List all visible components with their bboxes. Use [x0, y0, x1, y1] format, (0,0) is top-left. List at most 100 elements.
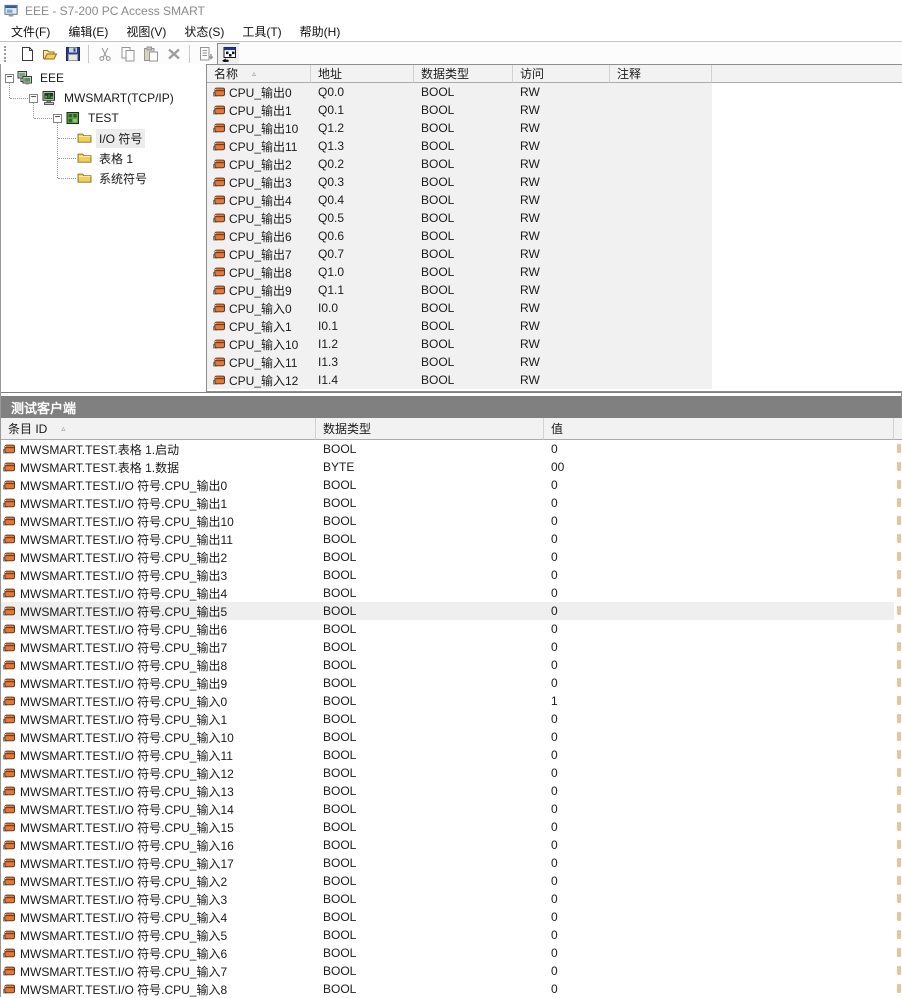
cell-item-id: MWSMART.TEST.I/O 符号.CPU_输入7 [1, 962, 316, 980]
tree-node-table-1[interactable]: 表格 1 [1, 148, 206, 168]
test-client-row[interactable]: MWSMART.TEST.I/O 符号.CPU_输入14BOOL0 [1, 800, 901, 818]
save-button[interactable] [61, 43, 84, 65]
test-client-row[interactable]: MWSMART.TEST.I/O 符号.CPU_输入15BOOL0 [1, 818, 901, 836]
tree-node-io-symbols[interactable]: I/O 符号 [1, 128, 206, 148]
symbol-access: RW [520, 139, 540, 153]
table-row[interactable]: CPU_输出0Q0.0BOOLRW [207, 83, 712, 101]
tree-node-system-symbols[interactable]: 系统符号 [1, 168, 206, 188]
tree-node-mwsmart[interactable]: −MWSMART(TCP/IP) [1, 88, 206, 108]
cell-type: BOOL [316, 962, 544, 980]
column-header-access[interactable]: 访问 [513, 65, 610, 83]
menu-help[interactable]: 帮助(H) [291, 21, 350, 42]
column-header-type[interactable]: 数据类型 [316, 418, 544, 440]
table-row[interactable]: CPU_输入0I0.0BOOLRW [207, 299, 712, 317]
tag-icon [3, 498, 16, 509]
clipped-column-cell [894, 872, 902, 890]
table-row[interactable]: CPU_输入1I0.1BOOLRW [207, 317, 712, 335]
collapse-icon[interactable]: − [53, 114, 62, 123]
collapse-icon[interactable]: − [29, 94, 38, 103]
test-client-row[interactable]: MWSMART.TEST.I/O 符号.CPU_输出0BOOL0 [1, 476, 901, 494]
export-button[interactable] [194, 43, 217, 65]
test-client-row[interactable]: MWSMART.TEST.I/O 符号.CPU_输出2BOOL0 [1, 548, 901, 566]
test-client-row[interactable]: MWSMART.TEST.I/O 符号.CPU_输出5BOOL0 [1, 602, 901, 620]
test-client-row[interactable]: MWSMART.TEST.I/O 符号.CPU_输入3BOOL0 [1, 890, 901, 908]
copy-button[interactable] [116, 43, 139, 65]
table-row[interactable]: CPU_输入11I1.3BOOLRW [207, 353, 712, 371]
test-client-row[interactable]: MWSMART.TEST.I/O 符号.CPU_输入10BOOL0 [1, 728, 901, 746]
cell-comment [610, 371, 712, 389]
test-client-row[interactable]: MWSMART.TEST.I/O 符号.CPU_输入4BOOL0 [1, 908, 901, 926]
test-client-button[interactable] [217, 43, 240, 65]
item-value: 0 [551, 658, 558, 672]
test-client-row[interactable]: MWSMART.TEST.I/O 符号.CPU_输入12BOOL0 [1, 764, 901, 782]
test-client-row[interactable]: MWSMART.TEST.I/O 符号.CPU_输入1BOOL0 [1, 710, 901, 728]
test-client-row[interactable]: MWSMART.TEST.I/O 符号.CPU_输出6BOOL0 [1, 620, 901, 638]
table-row[interactable]: CPU_输出1Q0.1BOOLRW [207, 101, 712, 119]
cell-access: RW [513, 281, 610, 299]
tree-node-eee[interactable]: −EEE [1, 68, 206, 88]
column-header-item-id[interactable]: 条目 ID▵ [1, 418, 316, 440]
column-header-comment[interactable]: 注释 [610, 65, 712, 83]
table-row[interactable]: CPU_输出2Q0.2BOOLRW [207, 155, 712, 173]
menu-edit[interactable]: 编辑(E) [59, 21, 117, 42]
table-row[interactable]: CPU_输出5Q0.5BOOLRW [207, 209, 712, 227]
test-client-row[interactable]: MWSMART.TEST.I/O 符号.CPU_输出4BOOL0 [1, 584, 901, 602]
table-row[interactable]: CPU_输出7Q0.7BOOLRW [207, 245, 712, 263]
test-client-row[interactable]: MWSMART.TEST.I/O 符号.CPU_输出10BOOL0 [1, 512, 901, 530]
column-header-type[interactable]: 数据类型 [414, 65, 513, 83]
tree-node-test[interactable]: −TEST [1, 108, 206, 128]
menu-view[interactable]: 视图(V) [117, 21, 175, 42]
test-client-row[interactable]: MWSMART.TEST.I/O 符号.CPU_输入7BOOL0 [1, 962, 901, 980]
test-client-row[interactable]: MWSMART.TEST.表格 1.启动BOOL0 [1, 440, 901, 458]
table-row[interactable]: CPU_输出6Q0.6BOOLRW [207, 227, 712, 245]
test-client-row[interactable]: MWSMART.TEST.I/O 符号.CPU_输入13BOOL0 [1, 782, 901, 800]
test-client-row[interactable]: MWSMART.TEST.I/O 符号.CPU_输入5BOOL0 [1, 926, 901, 944]
column-header-filler[interactable] [712, 65, 902, 83]
table-row[interactable]: CPU_输出11Q1.3BOOLRW [207, 137, 712, 155]
column-header-address[interactable]: 地址 [311, 65, 414, 83]
cell-value: 0 [544, 602, 894, 620]
table-row[interactable]: CPU_输入10I1.2BOOLRW [207, 335, 712, 353]
test-client-row[interactable]: MWSMART.TEST.I/O 符号.CPU_输入0BOOL1 [1, 692, 901, 710]
test-client-row[interactable]: MWSMART.TEST.I/O 符号.CPU_输出8BOOL0 [1, 656, 901, 674]
column-header-value[interactable]: 值 [544, 418, 894, 440]
delete-button[interactable] [162, 43, 185, 65]
test-client-caption[interactable]: 测试客户端 [1, 396, 901, 418]
test-client-row[interactable]: MWSMART.TEST.I/O 符号.CPU_输出7BOOL0 [1, 638, 901, 656]
table-row[interactable]: CPU_输入12I1.4BOOLRW [207, 371, 712, 389]
test-client-row[interactable]: MWSMART.TEST.I/O 符号.CPU_输出11BOOL0 [1, 530, 901, 548]
table-row[interactable]: CPU_输出3Q0.3BOOLRW [207, 173, 712, 191]
new-button[interactable] [15, 43, 38, 65]
paste-button[interactable] [139, 43, 162, 65]
cell-item-id: MWSMART.TEST.I/O 符号.CPU_输入14 [1, 800, 316, 818]
collapse-icon[interactable]: − [5, 74, 14, 83]
cell-comment [610, 155, 712, 173]
test-client-row[interactable]: MWSMART.TEST.I/O 符号.CPU_输入2BOOL0 [1, 872, 901, 890]
test-client-row[interactable]: MWSMART.TEST.I/O 符号.CPU_输出9BOOL0 [1, 674, 901, 692]
cut-button[interactable] [93, 43, 116, 65]
column-header-name[interactable]: 名称▵ [207, 65, 311, 83]
column-header-clipped[interactable] [894, 418, 902, 440]
cell-item-id: MWSMART.TEST.I/O 符号.CPU_输入5 [1, 926, 316, 944]
test-client-row[interactable]: MWSMART.TEST.I/O 符号.CPU_输出1BOOL0 [1, 494, 901, 512]
test-client-row[interactable]: MWSMART.TEST.I/O 符号.CPU_输出3BOOL0 [1, 566, 901, 584]
toolbar-grip-icon[interactable] [4, 46, 10, 62]
test-client-row[interactable]: MWSMART.TEST.I/O 符号.CPU_输入8BOOL0 [1, 980, 901, 998]
menu-status[interactable]: 状态(S) [175, 21, 233, 42]
cell-type: BOOL [316, 602, 544, 620]
test-client-row[interactable]: MWSMART.TEST.表格 1.数据BYTE00 [1, 458, 901, 476]
open-button[interactable] [38, 43, 61, 65]
menu-file[interactable]: 文件(F) [2, 21, 59, 42]
test-client-row[interactable]: MWSMART.TEST.I/O 符号.CPU_输入16BOOL0 [1, 836, 901, 854]
cell-type: BOOL [316, 980, 544, 998]
table-row[interactable]: CPU_输出4Q0.4BOOLRW [207, 191, 712, 209]
table-row[interactable]: CPU_输出8Q1.0BOOLRW [207, 263, 712, 281]
cell-name: CPU_输入11 [207, 353, 311, 371]
table-row[interactable]: CPU_输出10Q1.2BOOLRW [207, 119, 712, 137]
test-client-row[interactable]: MWSMART.TEST.I/O 符号.CPU_输入17BOOL0 [1, 854, 901, 872]
menu-tools[interactable]: 工具(T) [233, 21, 290, 42]
table-row[interactable]: CPU_输出9Q1.1BOOLRW [207, 281, 712, 299]
test-client-row[interactable]: MWSMART.TEST.I/O 符号.CPU_输入11BOOL0 [1, 746, 901, 764]
symbol-name: CPU_输入1 [229, 318, 292, 335]
test-client-row[interactable]: MWSMART.TEST.I/O 符号.CPU_输入6BOOL0 [1, 944, 901, 962]
